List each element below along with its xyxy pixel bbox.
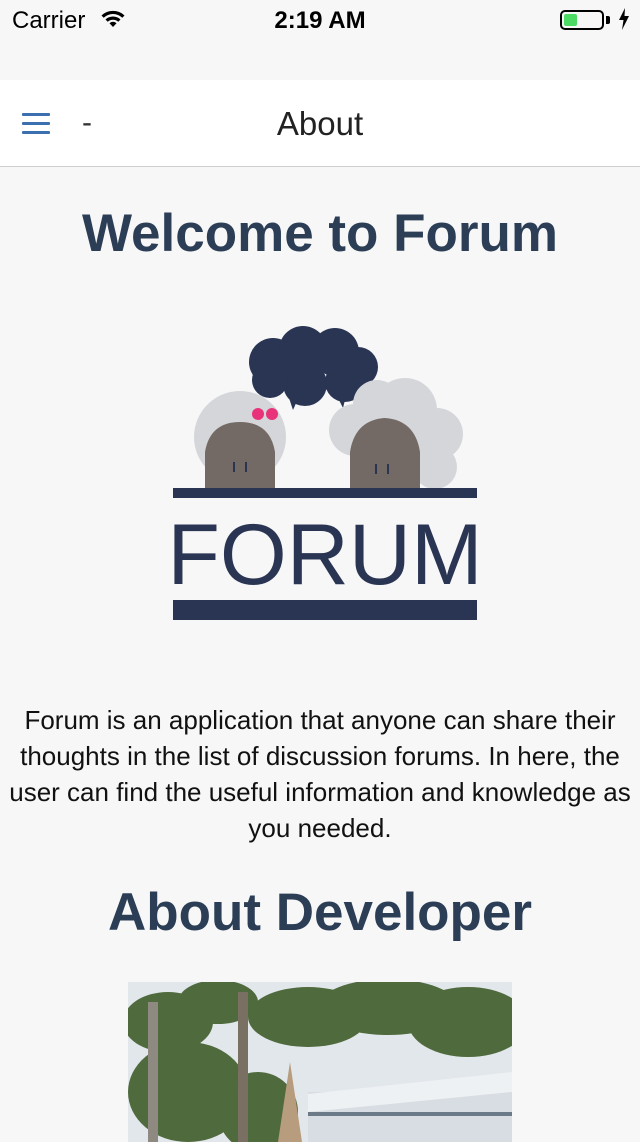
status-bar: Carrier 2:19 AM	[0, 0, 640, 40]
welcome-heading: Welcome to Forum	[81, 204, 559, 263]
battery-icon	[560, 10, 604, 30]
battery-nub	[606, 16, 610, 24]
logo-wordmark: FORUM	[167, 507, 482, 603]
app-description: Forum is an application that anyone can …	[9, 705, 631, 843]
battery-level-fill	[564, 14, 577, 26]
page-title: About	[276, 105, 364, 142]
about-developer-heading: About Developer	[107, 883, 533, 942]
developer-photo	[128, 982, 512, 1142]
navigation-bar: - About	[0, 80, 640, 167]
status-time: 2:19 AM	[274, 7, 366, 34]
charging-bolt-icon	[618, 8, 630, 35]
forum-logo: FORUM	[167, 326, 483, 620]
